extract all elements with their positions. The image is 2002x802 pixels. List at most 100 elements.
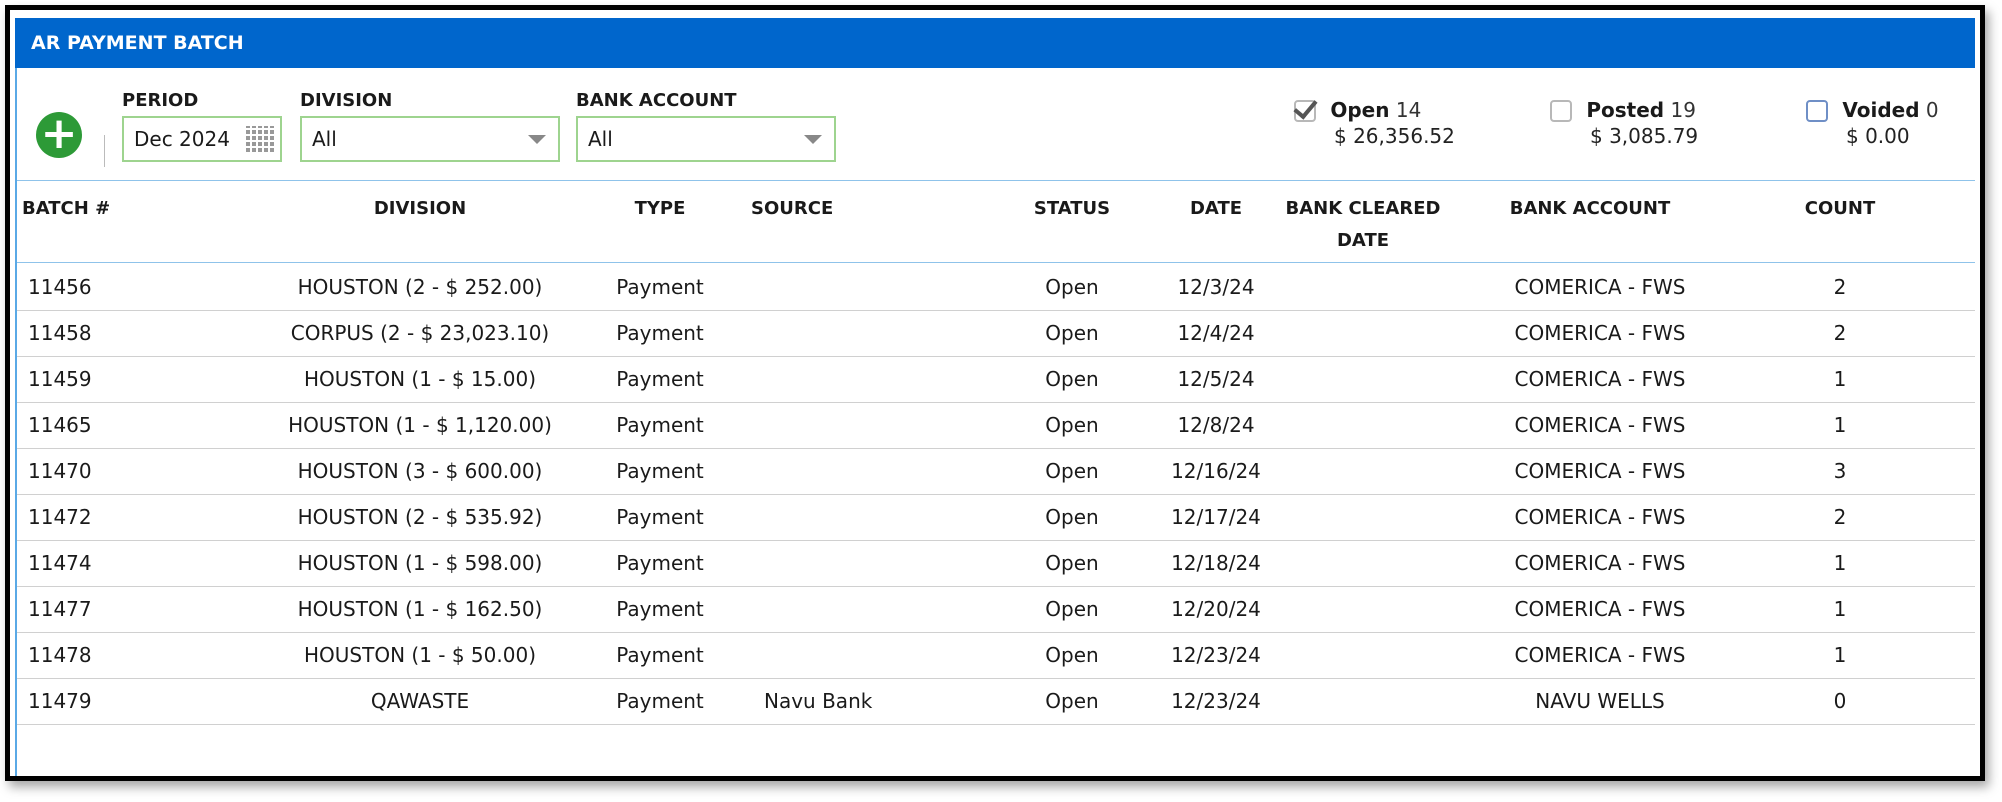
bank-cleared-cell [1278,402,1448,448]
bank-account-label: BANK ACCOUNT [576,90,737,111]
date-cell: 12/8/24 [1177,413,1255,437]
period-value: Dec 2024 [134,127,230,151]
window-title: AR PAYMENT BATCH [15,18,1975,68]
app-window: AR PAYMENT BATCH + PERIOD Dec 2024 DIVIS… [5,5,1985,781]
posted-checkbox[interactable] [1550,100,1572,122]
batch-cell: 11477 [28,597,92,621]
source-cell [764,264,944,310]
add-batch-button[interactable]: + [36,112,82,158]
bank-cleared-cell [1278,264,1448,310]
count-cell: 2 [1833,321,1847,345]
bank-account-cell: NAVU WELLS [1535,689,1665,713]
table-row[interactable]: 11474 HOUSTON (1 - $ 598.00) Payment Open 12… [17,540,1975,587]
bank-cleared-cell [1278,540,1448,586]
type-cell: Payment [616,321,704,345]
col-bank-account[interactable]: BANK ACCOUNT [1480,193,1700,225]
table-row[interactable]: 11479 QAWASTE Payment Navu Bank Open 12/23/24… [17,678,1975,725]
bank-account-cell: COMERICA - FWS [1514,597,1686,621]
col-source[interactable]: SOURCE [751,193,833,225]
period-field[interactable]: Dec 2024 [122,116,282,162]
source-cell [764,402,944,448]
col-division[interactable]: DIVISION [270,193,570,225]
open-count: 14 [1395,98,1422,122]
count-cell: 2 [1833,505,1847,529]
source-cell [764,540,944,586]
open-label: Open [1330,98,1390,122]
batch-cell: 11470 [28,459,92,483]
open-checkbox[interactable] [1293,94,1318,122]
bank-cleared-cell [1278,678,1448,724]
bank-cleared-cell [1278,586,1448,632]
source-cell [764,310,944,356]
source-cell: Navu Bank [764,689,873,713]
bank-account-cell: COMERICA - FWS [1514,505,1686,529]
table-row[interactable]: 11478 HOUSTON (1 - $ 50.00) Payment Open 12/… [17,632,1975,679]
division-cell: HOUSTON (1 - $ 162.50) [297,597,543,621]
bank-account-select[interactable]: All [576,116,836,162]
open-amount: $ 26,356.52 [1334,124,1455,148]
date-cell: 12/18/24 [1171,551,1261,575]
date-cell: 12/3/24 [1177,275,1255,299]
col-bank-cleared-date[interactable]: BANK CLEARED DATE [1278,193,1448,257]
type-cell: Payment [616,643,704,667]
division-select[interactable]: All [300,116,560,162]
status-cell: Open [1045,551,1099,575]
batch-cell: 11472 [28,505,92,529]
bank-account-cell: COMERICA - FWS [1514,275,1686,299]
col-count[interactable]: COUNT [1780,193,1900,225]
date-cell: 12/20/24 [1171,597,1261,621]
type-cell: Payment [616,413,704,437]
voided-filter[interactable]: Voided 0 $ 0.00 [1806,98,1939,148]
calendar-grid-icon[interactable] [246,126,274,152]
division-cell: QAWASTE [370,689,470,713]
posted-filter[interactable]: Posted 19 $ 3,085.79 [1550,98,1698,148]
bank-cleared-cell [1278,310,1448,356]
date-cell: 12/23/24 [1171,689,1261,713]
table-row[interactable]: 11458 CORPUS (2 - $ 23,023.10) Payment Open… [17,310,1975,357]
division-cell: CORPUS (2 - $ 23,023.10) [290,321,550,345]
type-cell: Payment [616,459,704,483]
table-header-border [17,262,1975,263]
plus-circle-icon: + [40,108,78,159]
batch-cell: 11459 [28,367,92,391]
count-cell: 1 [1833,367,1847,391]
posted-amount: $ 3,085.79 [1590,124,1699,148]
table-row[interactable]: 11477 HOUSTON (1 - $ 162.50) Payment Open 12… [17,586,1975,633]
count-cell: 1 [1833,643,1847,667]
table-top-border [17,180,1975,181]
status-cell: Open [1045,643,1099,667]
division-cell: HOUSTON (1 - $ 50.00) [304,643,536,667]
count-cell: 1 [1833,551,1847,575]
open-filter[interactable]: Open 14 $ 26,356.52 [1293,94,1455,148]
table-row[interactable]: 11465 HOUSTON (1 - $ 1,120.00) Payment Open… [17,402,1975,449]
col-status[interactable]: STATUS [1012,193,1132,225]
source-cell [764,448,944,494]
col-date[interactable]: DATE [1156,193,1276,225]
count-cell: 3 [1833,459,1847,483]
bank-account-cell: COMERICA - FWS [1514,459,1686,483]
voided-amount: $ 0.00 [1846,124,1910,148]
table-row[interactable]: 11456 HOUSTON (2 - $ 252.00) Payment Open 12… [17,264,1975,311]
status-cell: Open [1045,321,1099,345]
status-cell: Open [1045,597,1099,621]
col-type[interactable]: TYPE [600,193,720,225]
table-row[interactable]: 11472 HOUSTON (2 - $ 535.92) Payment Open 12… [17,494,1975,541]
bank-account-cell: COMERICA - FWS [1514,413,1686,437]
voided-count: 0 [1925,98,1939,122]
bank-account-cell: COMERICA - FWS [1514,551,1686,575]
voided-label: Voided [1842,98,1920,122]
bank-account-cell: COMERICA - FWS [1514,643,1686,667]
voided-checkbox[interactable] [1806,100,1828,122]
col-batch[interactable]: BATCH # [22,193,110,225]
division-cell: HOUSTON (1 - $ 598.00) [297,551,543,575]
source-cell [764,632,944,678]
division-cell: HOUSTON (2 - $ 252.00) [297,275,543,299]
batch-cell: 11456 [28,275,92,299]
batch-cell: 11479 [28,689,92,713]
division-cell: HOUSTON (1 - $ 15.00) [304,367,536,391]
table-row[interactable]: 11470 HOUSTON (3 - $ 600.00) Payment Open 12… [17,448,1975,495]
source-cell [764,356,944,402]
chevron-down-icon [804,135,822,144]
table-row[interactable]: 11459 HOUSTON (1 - $ 15.00) Payment Open 12/… [17,356,1975,403]
division-cell: HOUSTON (3 - $ 600.00) [297,459,543,483]
